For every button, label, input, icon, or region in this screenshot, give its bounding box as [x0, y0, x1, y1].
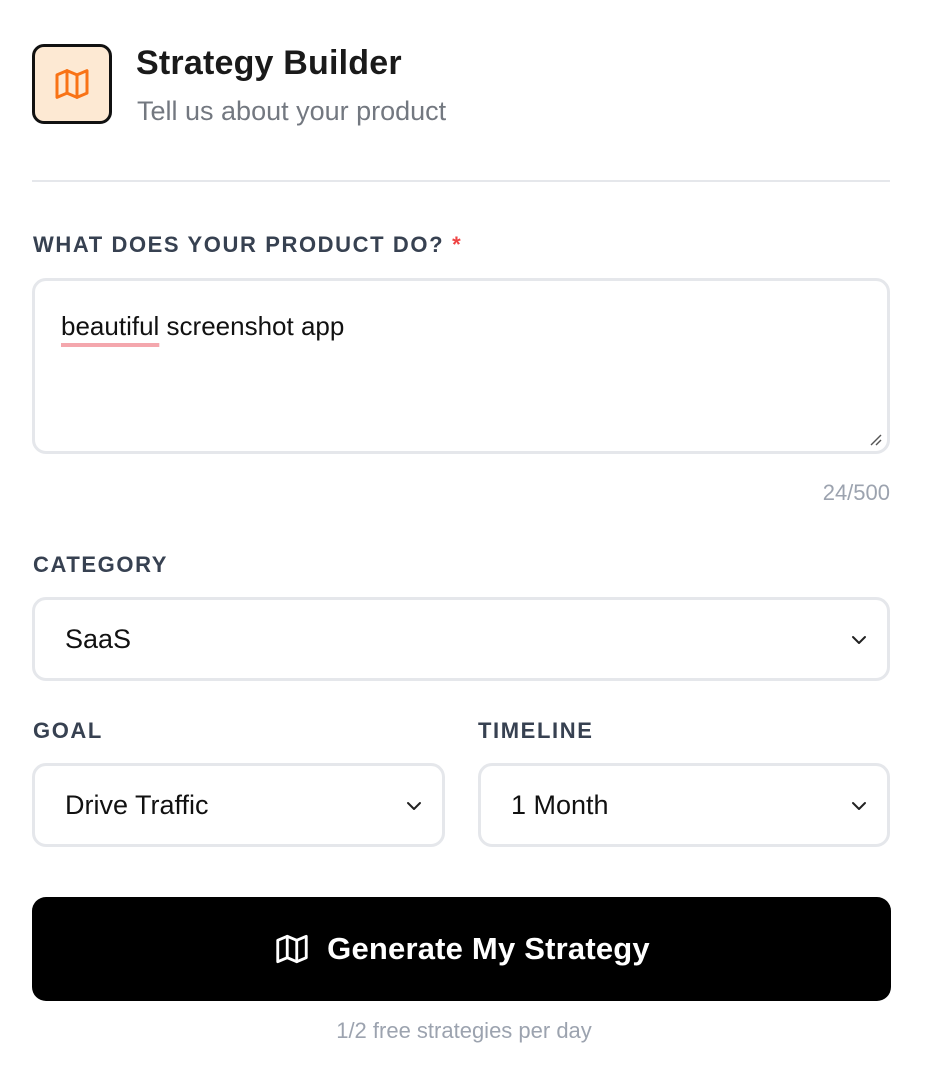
category-select[interactable]: SaaS: [32, 597, 890, 681]
chevron-down-icon: [407, 802, 421, 810]
timeline-select[interactable]: 1 Month: [478, 763, 890, 847]
character-counter: 24/500: [822, 480, 890, 505]
goal-label: GOAL: [33, 718, 103, 743]
app-logo: [32, 44, 112, 124]
product-description-value: beautiful screenshot app: [61, 311, 344, 342]
chevron-down-icon: [852, 802, 866, 810]
product-label: WHAT DOES YOUR PRODUCT DO? *: [33, 232, 462, 258]
required-mark: *: [452, 232, 463, 257]
map-icon: [55, 69, 89, 99]
category-label: CATEGORY: [33, 552, 169, 577]
product-description-textarea[interactable]: beautiful screenshot app: [32, 278, 890, 454]
header-divider: [32, 180, 890, 182]
page-title: Strategy Builder: [136, 44, 402, 82]
goal-selected-value: Drive Traffic: [65, 789, 209, 820]
generate-strategy-button[interactable]: Generate My Strategy: [32, 897, 891, 1001]
product-description-rest: screenshot app: [159, 311, 345, 341]
resize-handle-icon[interactable]: [867, 431, 883, 447]
spellcheck-underlined-word: beautiful: [61, 311, 160, 341]
map-icon: [276, 934, 308, 964]
chevron-down-icon: [852, 636, 866, 644]
goal-select[interactable]: Drive Traffic: [32, 763, 445, 847]
page-subtitle: Tell us about your product: [137, 96, 447, 126]
timeline-selected-value: 1 Month: [511, 789, 609, 820]
category-selected-value: SaaS: [65, 623, 132, 654]
product-label-text: WHAT DOES YOUR PRODUCT DO?: [33, 232, 445, 257]
timeline-label: TIMELINE: [478, 718, 594, 743]
generate-strategy-label: Generate My Strategy: [327, 931, 650, 966]
usage-limit-note: 1/2 free strategies per day: [336, 1018, 592, 1043]
